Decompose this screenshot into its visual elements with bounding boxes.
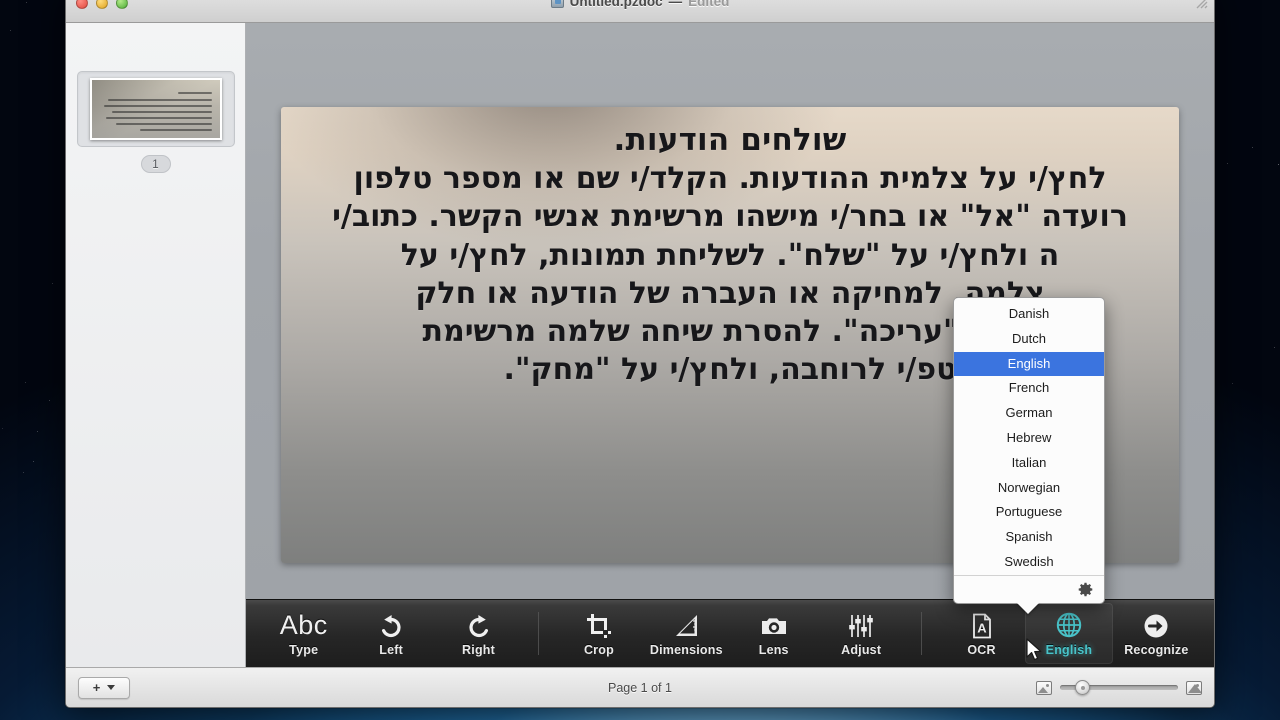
language-option[interactable]: Swedish xyxy=(954,550,1104,575)
add-page-label: + xyxy=(92,680,101,695)
toolbar-label: Right xyxy=(462,643,495,657)
toolbar-button-adjust[interactable]: Adjust xyxy=(817,603,904,664)
add-page-button[interactable]: + xyxy=(78,676,130,699)
language-option[interactable]: Portuguese xyxy=(954,500,1104,525)
status-bar: + Page 1 of 1 xyxy=(66,667,1214,707)
svg-text:A: A xyxy=(977,621,987,636)
document-line: שולחים הודעות. xyxy=(613,122,847,158)
ocr-page-a-icon: A xyxy=(968,610,996,640)
small-image-icon[interactable] xyxy=(1036,680,1052,695)
language-option[interactable]: Italian xyxy=(954,451,1104,476)
sliders-icon xyxy=(847,610,875,640)
gear-icon[interactable] xyxy=(1077,581,1094,598)
toolbar-label: Recognize xyxy=(1124,643,1189,657)
language-option[interactable]: German xyxy=(954,401,1104,426)
thumbnail-page-number: 1 xyxy=(140,155,171,173)
document-line: רועדה "אל" או בחר/י מישהו מרשימת אנשי הק… xyxy=(332,199,1128,235)
toolbar-label: Lens xyxy=(758,643,789,657)
language-menu[interactable]: Danish Dutch English French German Hebre… xyxy=(953,297,1105,614)
toolbar-divider xyxy=(920,612,922,655)
language-option[interactable]: Hebrew xyxy=(954,426,1104,451)
desktop-background: Untitled.pzdoc — Edited 1 שולחים הודעות.… xyxy=(0,0,1280,720)
rotate-left-icon xyxy=(377,610,405,640)
toolbar-label: Crop xyxy=(583,643,614,657)
chevron-down-icon xyxy=(107,685,116,690)
window-title-separator: — xyxy=(668,0,683,9)
document-line: ה ולחץ/י על "שלח". לשליחת תמונות, לחץ/י … xyxy=(400,237,1060,273)
document-line: לחץ/י על צלמית ההודעות. הקלד/י שם או מספ… xyxy=(353,161,1107,197)
zoom-slider-thumb[interactable] xyxy=(1075,680,1090,695)
abc-text-icon: Abc xyxy=(279,610,328,640)
toolbar-button-dimensions[interactable]: Dimensions xyxy=(643,603,730,664)
thumbnail-selected-frame[interactable] xyxy=(76,71,235,147)
toolbar-button-recognize[interactable]: Recognize xyxy=(1113,603,1200,664)
minimize-button[interactable] xyxy=(96,0,108,9)
zoom-button[interactable] xyxy=(116,0,128,9)
window-edited-badge: Edited xyxy=(688,0,730,9)
toolbar-button-ocr[interactable]: A OCR xyxy=(938,603,1025,664)
globe-icon xyxy=(1054,610,1084,640)
large-image-icon[interactable] xyxy=(1186,680,1202,695)
document-icon xyxy=(550,0,564,8)
page-thumbnail-image xyxy=(89,78,222,140)
ruler-triangle-icon xyxy=(672,610,700,640)
window-title: Untitled.pzdoc — Edited xyxy=(66,0,1214,11)
toolbar-label: Dimensions xyxy=(649,643,723,657)
toolbar-button-type[interactable]: Abc Type xyxy=(260,603,347,664)
toolbar-divider xyxy=(538,612,540,655)
language-option[interactable]: French xyxy=(954,376,1104,401)
rotate-right-icon xyxy=(465,610,493,640)
camera-icon xyxy=(760,610,788,640)
resize-grip-icon[interactable] xyxy=(1194,0,1208,9)
arrow-circle-right-icon xyxy=(1142,610,1170,640)
toolbar-label: Adjust xyxy=(841,643,882,657)
toolbar-button-rotate-left[interactable]: Left xyxy=(347,603,434,664)
window-titlebar: Untitled.pzdoc — Edited xyxy=(66,0,1214,23)
window-controls xyxy=(76,0,128,9)
toolbar-label: Type xyxy=(289,643,319,657)
language-menu-footer xyxy=(954,574,1104,603)
toolbar-button-lens[interactable]: Lens xyxy=(730,603,817,664)
window-title-text: Untitled.pzdoc xyxy=(569,0,663,9)
language-option[interactable]: Danish xyxy=(954,302,1104,327)
language-option[interactable]: Dutch xyxy=(954,327,1104,352)
page-thumbnail-sidebar: 1 xyxy=(66,23,246,667)
zoom-slider-track[interactable] xyxy=(1060,680,1178,695)
language-option[interactable]: Norwegian xyxy=(954,476,1104,501)
toolbar-button-rotate-right[interactable]: Right xyxy=(435,603,522,664)
close-button[interactable] xyxy=(76,0,88,9)
toolbar-button-crop[interactable]: Crop xyxy=(555,603,642,664)
toolbar-label: Left xyxy=(379,643,403,657)
toolbar-label: English xyxy=(1045,643,1093,657)
thumbnail-item[interactable]: 1 xyxy=(76,71,235,173)
language-menu-pointer xyxy=(1016,601,1040,614)
editing-toolbar: Abc Type Left Right Crop Dimensions Lens… xyxy=(246,599,1214,667)
language-option[interactable]: Spanish xyxy=(954,525,1104,550)
zoom-control[interactable] xyxy=(1036,680,1202,695)
crop-icon xyxy=(585,610,613,640)
toolbar-label: OCR xyxy=(967,643,996,657)
language-option-selected[interactable]: English xyxy=(954,351,1104,377)
